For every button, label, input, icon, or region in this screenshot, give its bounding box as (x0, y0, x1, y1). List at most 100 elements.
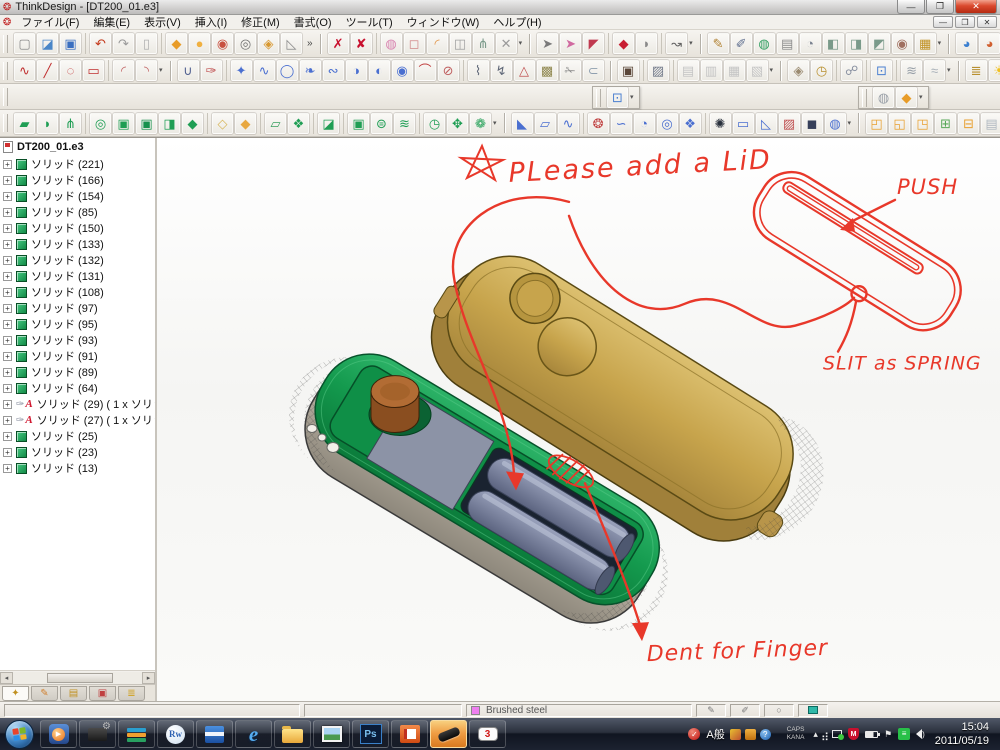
note-icon[interactable]: ▤ (777, 33, 798, 54)
scroll-left-icon[interactable]: ◂ (0, 672, 13, 684)
remove-icon[interactable]: ✕ (496, 33, 517, 54)
toolbar-overflow-icon[interactable]: ▾ (919, 93, 923, 101)
tree-item[interactable]: +ソリッド (25) (0, 428, 155, 444)
expand-icon[interactable]: + (3, 368, 12, 377)
ime-palette-icon[interactable] (730, 729, 741, 740)
taskbar-clock[interactable]: 15:04 2011/05/19 (935, 720, 989, 749)
solid-box-icon[interactable]: ◆ (166, 33, 187, 54)
shell-a-icon[interactable]: ≋ (901, 60, 922, 81)
mdi-minimize-button[interactable]: — (933, 16, 953, 28)
delete-icon[interactable]: ✗ (328, 33, 349, 54)
image-edit-icon[interactable]: ▨ (648, 60, 669, 81)
expand-icon[interactable]: + (3, 384, 12, 393)
zoom-icon[interactable]: ◎ (235, 33, 256, 54)
mdi-restore-button[interactable]: ❐ (955, 16, 975, 28)
select-corner-icon[interactable]: ◤ (583, 33, 604, 54)
fit-curve-icon[interactable]: ∪ (178, 60, 199, 81)
delete-special-icon[interactable]: ✘ (351, 33, 372, 54)
expand-icon[interactable]: + (3, 448, 12, 457)
twist-icon[interactable]: ❁ (470, 113, 491, 134)
menu-item-3[interactable]: 挿入(I) (188, 14, 234, 30)
surface-d-icon[interactable]: ∽ (611, 113, 632, 134)
tab-folders[interactable]: ▤ (60, 686, 87, 701)
history-icon[interactable]: ▯ (136, 33, 157, 54)
triangle-curve-icon[interactable]: △ (514, 60, 535, 81)
polygon-icon[interactable]: ✦ (231, 60, 252, 81)
expand-icon[interactable]: + (3, 160, 12, 169)
minimize-button[interactable]: — (897, 0, 925, 14)
expand-icon[interactable]: + (3, 352, 12, 361)
tree-item[interactable]: +✑Aソリッド (27) ( 1 x ソリッ (0, 412, 155, 428)
workplane-b-icon[interactable]: ◨ (846, 33, 867, 54)
offset-curve-icon[interactable]: ⊂ (583, 60, 604, 81)
tree-item[interactable]: +ソリッド (154) (0, 188, 155, 204)
expand-icon[interactable]: + (3, 304, 12, 313)
tree-item[interactable]: +ソリッド (132) (0, 252, 155, 268)
surface-h-icon[interactable]: ▭ (733, 113, 754, 134)
profile-b-icon[interactable]: ◐ (369, 60, 390, 81)
layer-stack-icon[interactable]: ≣ (966, 60, 987, 81)
show-hidden-icons[interactable]: ▴ (813, 729, 818, 740)
restore-button[interactable]: ❐ (926, 0, 954, 14)
polyline-icon[interactable]: ↯ (491, 60, 512, 81)
taskbar-photo-viewer-button[interactable] (313, 720, 350, 748)
image-tool-b-icon[interactable]: ▥ (701, 60, 722, 81)
ime-help-icon[interactable]: ? (760, 729, 771, 740)
ime-toolbox-icon[interactable] (745, 729, 756, 740)
undo-icon[interactable]: ↶ (90, 33, 111, 54)
spline-icon[interactable]: ∿ (14, 60, 35, 81)
pencil-icon[interactable]: ✎ (708, 33, 729, 54)
toolbar-overflow-icon[interactable]: ▾ (159, 66, 163, 74)
shell3d-icon[interactable]: ≋ (394, 113, 415, 134)
toolbar-overflow-icon[interactable]: ▾ (493, 119, 497, 127)
image-icon[interactable]: ▣ (618, 60, 639, 81)
expand-icon[interactable]: + (3, 208, 12, 217)
solid-cube-b-icon[interactable]: ▣ (136, 113, 157, 134)
taskbar-cad-toolbox-button[interactable] (196, 720, 233, 748)
taskbar-photoshop-button[interactable]: Ps (352, 720, 389, 748)
taskbar-system-utility-button[interactable] (79, 720, 116, 748)
selection-frame-icon[interactable]: ⊡ (607, 87, 628, 108)
save-file-icon[interactable]: ▣ (60, 33, 81, 54)
solid-blob-icon[interactable]: ◗ (37, 113, 58, 134)
pen-curve-icon[interactable]: ✑ (201, 60, 222, 81)
tree-item[interactable]: +ソリッド (85) (0, 204, 155, 220)
toolbar-chevron-icon[interactable]: » (307, 38, 313, 49)
tree-hscrollbar[interactable]: ◂ ▸ (0, 670, 155, 684)
s-curve-icon[interactable]: ∾ (323, 60, 344, 81)
toolbar-overflow-icon[interactable]: ▾ (519, 39, 523, 47)
wireframe-sphere-icon[interactable]: ◍ (381, 33, 402, 54)
tab-sketch[interactable]: ✎ (31, 686, 58, 701)
viewport-canvas[interactable]: PLease add a LiD PUSH SLIT as SPRING Den… (157, 138, 1000, 701)
toolbar-overflow-icon[interactable]: ▾ (689, 39, 693, 47)
chamfer3d-icon[interactable]: ◪ (318, 113, 339, 134)
volume-icon[interactable]: ) (916, 729, 925, 739)
gauge-icon[interactable]: ◔ (800, 33, 821, 54)
trim-icon[interactable]: ⊘ (438, 60, 459, 81)
expand-icon[interactable]: + (3, 464, 12, 473)
tree-item[interactable]: +ソリッド (150) (0, 220, 155, 236)
taskbar-media-player-button[interactable]: ▶ (40, 720, 77, 748)
face-mod-icon[interactable]: ▣ (348, 113, 369, 134)
shell-b-icon[interactable]: ≈ (924, 60, 945, 81)
coil-icon[interactable]: ◉ (392, 60, 413, 81)
measure-angle-icon[interactable]: ◺ (281, 33, 302, 54)
expand-icon[interactable]: + (3, 288, 12, 297)
tree-item[interactable]: +ソリッド (166) (0, 172, 155, 188)
tree-item[interactable]: +ソリッド (108) (0, 284, 155, 300)
flag-icon[interactable]: ⚑ (884, 729, 892, 740)
battery-icon[interactable] (865, 731, 878, 738)
select-lasso-icon[interactable]: ➤ (560, 33, 581, 54)
signal-strength-icon[interactable]: ⣴ (821, 728, 829, 741)
pen-tool-icon[interactable]: ✎ (696, 704, 726, 717)
workplane-star-icon[interactable]: ▦ (915, 33, 936, 54)
taskbar-rw-app-button[interactable]: Rw (157, 720, 194, 748)
branch-icon[interactable]: ⋔ (473, 33, 494, 54)
taskbar-presentation-button[interactable] (391, 720, 428, 748)
redo-icon[interactable]: ↷ (113, 33, 134, 54)
tab-structure[interactable]: ✦ (2, 686, 29, 701)
menu-item-8[interactable]: ヘルプ(H) (486, 14, 548, 30)
tree-item[interactable]: +ソリッド (133) (0, 236, 155, 252)
menu-item-6[interactable]: ツール(T) (339, 14, 400, 30)
wave-curve-icon[interactable]: ∿ (254, 60, 275, 81)
